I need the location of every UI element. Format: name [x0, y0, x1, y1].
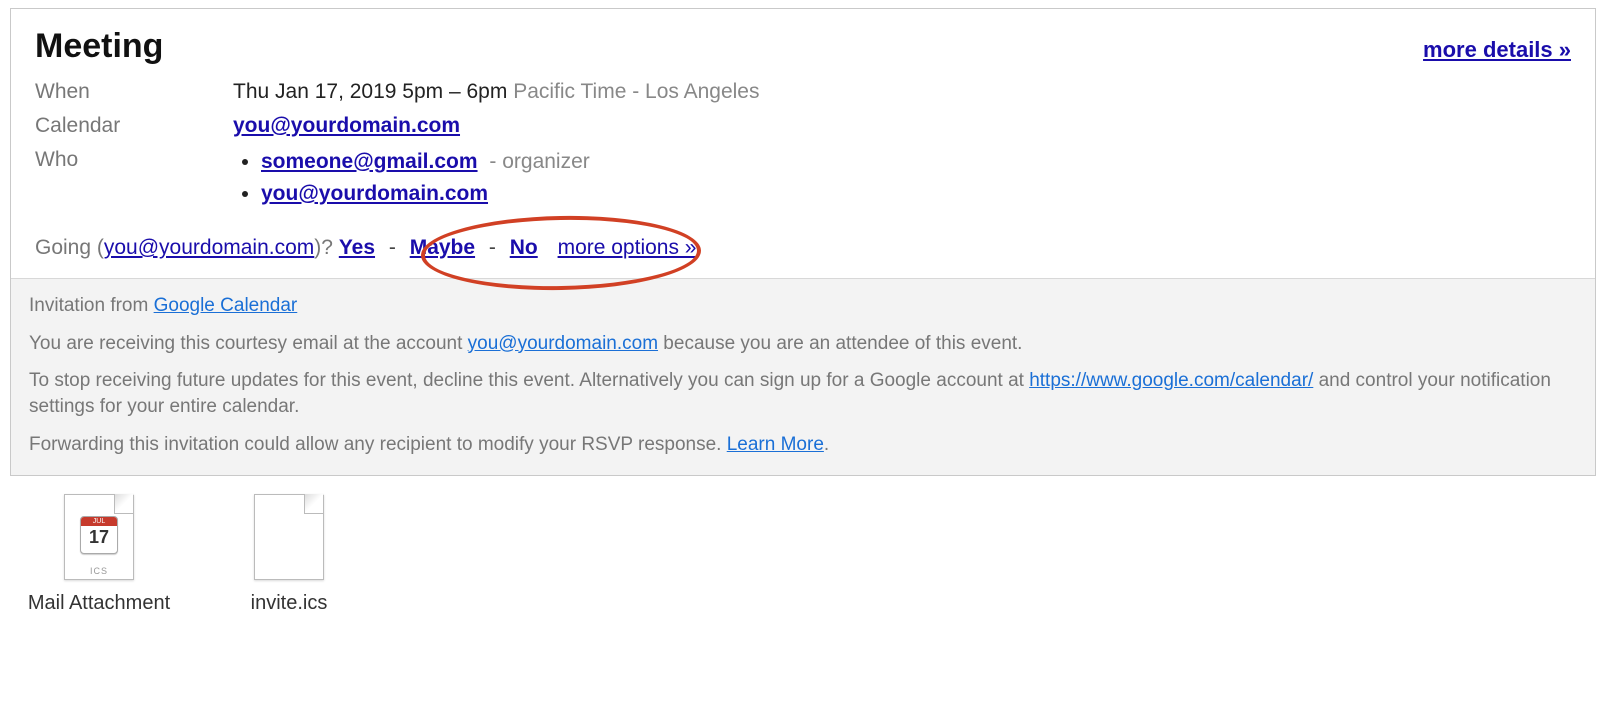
ics-ext-label: ICS [64, 566, 134, 576]
ics-calendar-file-icon: JUL 17 ICS [64, 494, 134, 580]
rsvp-row: Going (you@yourdomain.com)? Yes - Maybe … [35, 236, 1571, 260]
signup-url-link[interactable]: https://www.google.com/calendar/ [1029, 370, 1313, 391]
when-label: When [35, 80, 233, 104]
footer-text: You are receiving this courtesy email at… [29, 333, 468, 354]
card-body: Meeting more details » When Thu Jan 17, … [11, 9, 1595, 278]
blank-file-icon [254, 494, 324, 580]
cal-month: JUL [81, 517, 117, 526]
cal-day: 17 [89, 526, 109, 548]
calendar-row: Calendar you@yourdomain.com [35, 114, 1571, 138]
when-timezone: Pacific Time - Los Angeles [513, 80, 759, 103]
invite-footer: Invitation from Google Calendar You are … [11, 278, 1595, 475]
going-suffix: )? [314, 236, 339, 259]
rsvp-maybe-button[interactable]: Maybe [410, 236, 475, 259]
footer-text: . [824, 434, 829, 455]
invite-card: Meeting more details » When Thu Jan 17, … [10, 8, 1596, 476]
attendee-list: someone@gmail.com - organizer you@yourdo… [233, 150, 590, 206]
footer-text: To stop receiving future updates for thi… [29, 370, 1029, 391]
list-item: you@yourdomain.com [261, 182, 590, 206]
attendee-email-link[interactable]: someone@gmail.com [261, 150, 478, 173]
attachment-invite-ics[interactable]: invite.ics [214, 494, 364, 615]
when-value: Thu Jan 17, 2019 5pm – 6pm Pacific Time … [233, 80, 759, 104]
rsvp-no-button[interactable]: No [510, 236, 538, 259]
attachments-row: JUL 17 ICS Mail Attachment invite.ics [24, 494, 1606, 615]
footer-text: Forwarding this invitation could allow a… [29, 434, 727, 455]
calendar-label: Calendar [35, 114, 233, 138]
learn-more-link[interactable]: Learn More [727, 434, 824, 455]
footer-text: because you are an attendee of this even… [658, 333, 1022, 354]
attendee-email-link[interactable]: you@yourdomain.com [261, 182, 488, 205]
going-prefix: Going ( [35, 236, 104, 259]
attachment-mail[interactable]: JUL 17 ICS Mail Attachment [24, 494, 174, 615]
when-datetime: Thu Jan 17, 2019 5pm – 6pm [233, 80, 513, 103]
when-row: When Thu Jan 17, 2019 5pm – 6pm Pacific … [35, 80, 1571, 104]
attachment-label: Mail Attachment [28, 592, 170, 615]
organizer-suffix: - organizer [483, 150, 589, 173]
event-title: Meeting [35, 27, 163, 66]
going-email-link[interactable]: you@yourdomain.com [104, 236, 314, 259]
footer-email-link[interactable]: you@yourdomain.com [468, 333, 658, 354]
footer-text: Invitation from [29, 295, 154, 316]
google-calendar-link[interactable]: Google Calendar [154, 295, 298, 316]
rsvp-yes-button[interactable]: Yes [339, 236, 375, 259]
rsvp-sep: - [481, 236, 510, 259]
who-label: Who [35, 148, 233, 172]
list-item: someone@gmail.com - organizer [261, 150, 590, 174]
attachment-label: invite.ics [251, 592, 328, 615]
more-details-link[interactable]: more details » [1423, 37, 1571, 63]
who-row: Who someone@gmail.com - organizer you@yo… [35, 148, 1571, 214]
rsvp-sep: - [381, 236, 410, 259]
calendar-email-link[interactable]: you@yourdomain.com [233, 114, 460, 137]
more-options-link[interactable]: more options » [544, 236, 697, 259]
